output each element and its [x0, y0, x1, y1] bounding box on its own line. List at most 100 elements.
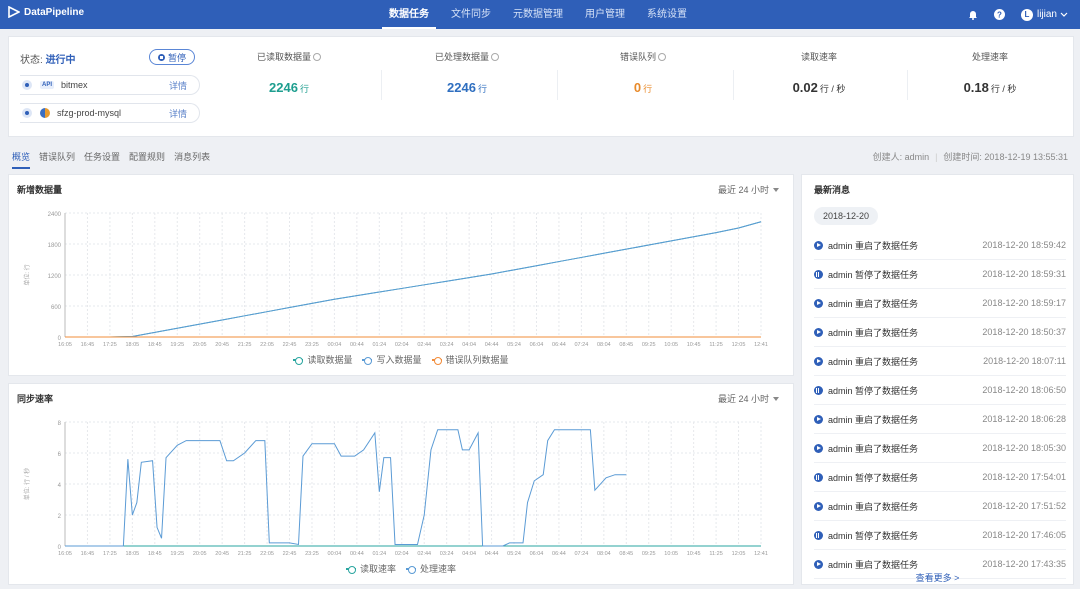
news-item[interactable]: admin 重启了数据任务 2018-12-20 18:59:17 [814, 289, 1066, 318]
x-tick-label: 22:45 [283, 342, 297, 348]
source-name: sfzg-prod-mysql [57, 108, 122, 118]
y-axis-label: 单位: 行 [23, 264, 31, 285]
metric-number: 2246 [269, 80, 298, 95]
y-tick-label: 1200 [48, 274, 62, 280]
metric-label: 读取速率 [733, 50, 905, 63]
x-tick-label: 03:24 [440, 342, 454, 348]
x-tick-label: 18:05 [125, 342, 139, 348]
news-panel: 最新消息 2018-12-20 admin 重启了数据任务 2018-12-20 … [801, 174, 1074, 585]
nav-item[interactable]: 系统设置 [636, 0, 698, 29]
x-tick-label: 01:24 [372, 342, 386, 348]
legend-item[interactable]: 错误队列数据量 [431, 353, 509, 366]
status-value: 进行中 [45, 55, 76, 66]
pause-circle-icon [814, 385, 823, 395]
series-line [65, 221, 762, 338]
x-tick-label: 16:05 [58, 551, 72, 557]
x-tick-label: 20:05 [193, 551, 207, 557]
legend-item[interactable]: 读取速率 [345, 562, 396, 575]
x-tick-label: 22:45 [283, 551, 297, 557]
news-title: 最新消息 [814, 185, 851, 195]
news-text: admin 重启了数据任务 [828, 443, 919, 454]
x-tick-label: 06:44 [552, 342, 566, 348]
news-time: 2018-12-20 18:06:28 [982, 414, 1066, 424]
news-time: 2018-12-20 18:05:30 [982, 443, 1066, 453]
user-menu[interactable]: L lijian [1020, 8, 1068, 21]
news-item[interactable]: admin 暂停了数据任务 2018-12-20 17:46:05 [814, 521, 1066, 550]
creator-info: 创建人: admin | 创建时间: 2018-12-19 13:55:31 [873, 150, 1068, 163]
tab-item[interactable]: 配置规则 [129, 150, 165, 169]
tab-item[interactable]: 概览 [12, 150, 31, 169]
news-item[interactable]: admin 重启了数据任务 2018-12-20 18:05:30 [814, 434, 1066, 463]
metric-number: 0.02 [792, 80, 818, 95]
x-tick-label: 00:44 [350, 551, 364, 557]
legend-item[interactable]: 处理速率 [406, 562, 456, 575]
source-detail-link[interactable]: 详情 [169, 79, 187, 92]
metric-value: 0.18 行 / 秒 [907, 80, 1073, 95]
see-more-link[interactable]: 查看更多 > [802, 571, 1073, 584]
x-tick-label: 07:24 [575, 551, 589, 557]
x-tick-label: 02:44 [417, 342, 431, 348]
y-tick-label: 2400 [48, 212, 62, 218]
info-icon[interactable] [658, 53, 666, 61]
x-tick-label: 23:25 [305, 551, 319, 557]
nav-item[interactable]: 元数据管理 [502, 0, 574, 29]
tab-item[interactable]: 消息列表 [174, 150, 210, 169]
y-tick-label: 2 [58, 514, 62, 520]
play-circle-icon [814, 298, 823, 308]
range-dropdown[interactable]: 最近 24 小时 [718, 183, 779, 196]
play-circle-icon [814, 240, 823, 250]
x-tick-label: 08:04 [597, 551, 611, 557]
nav-item[interactable]: 文件同步 [440, 0, 502, 29]
x-tick-label: 12:41 [754, 342, 768, 348]
news-text: admin 暂停了数据任务 [828, 385, 919, 396]
news-item[interactable]: admin 重启了数据任务 2018-12-20 18:06:28 [814, 405, 1066, 434]
metric-unit: 行 [299, 84, 309, 94]
news-item[interactable]: admin 重启了数据任务 2018-12-20 18:59:42 [814, 231, 1066, 260]
metric-label-text: 错误队列 [619, 52, 656, 62]
source-detail-link[interactable]: 详情 [169, 107, 187, 120]
y-tick-label: 600 [51, 305, 62, 311]
pause-label: 暂停 [167, 52, 186, 63]
range-dropdown[interactable]: 最近 24 小时 [718, 392, 779, 405]
news-text: admin 暂停了数据任务 [828, 530, 919, 541]
x-tick-label: 04:04 [462, 551, 476, 557]
y-axis-label: 单位: 行 / 秒 [23, 468, 31, 500]
news-text: admin 重启了数据任务 [828, 298, 919, 309]
legend-item[interactable]: 读取数据量 [293, 353, 352, 366]
news-time: 2018-12-20 18:59:42 [982, 240, 1066, 250]
tab-item[interactable]: 错误队列 [39, 150, 75, 169]
news-item[interactable]: admin 重启了数据任务 2018-12-20 18:07:11 [814, 347, 1066, 376]
info-icon[interactable] [313, 53, 321, 61]
legend-label: 读取数据量 [307, 355, 353, 365]
metric-unit: 行 [477, 84, 487, 94]
news-item[interactable]: admin 重启了数据任务 2018-12-20 18:50:37 [814, 318, 1066, 347]
x-tick-label: 16:05 [58, 342, 72, 348]
news-item[interactable]: admin 暂停了数据任务 2018-12-20 18:59:31 [814, 260, 1066, 289]
panel-title: 新增数据量 [17, 185, 63, 195]
user-name: lijian [1036, 9, 1057, 20]
x-tick-label: 10:45 [687, 342, 701, 348]
created-time: 创建时间: 2018-12-19 13:55:31 [943, 152, 1068, 162]
news-item[interactable]: admin 暂停了数据任务 2018-12-20 18:06:50 [814, 376, 1066, 405]
nav-item[interactable]: 用户管理 [574, 0, 636, 29]
x-tick-label: 08:45 [619, 551, 633, 557]
metric-value: 0.02 行 / 秒 [733, 80, 905, 95]
bell-icon[interactable] [968, 9, 978, 20]
chart-legend: 读取数据量 写入数据量 错误队列数据量 [9, 353, 793, 366]
legend-label: 处理速率 [420, 564, 457, 574]
metric-card: 已处理数据量 2246 行 [381, 37, 553, 137]
legend-item[interactable]: 写入数据量 [362, 353, 422, 366]
news-item[interactable]: admin 重启了数据任务 2018-12-20 17:51:52 [814, 492, 1066, 521]
news-item[interactable]: admin 暂停了数据任务 2018-12-20 17:54:01 [814, 463, 1066, 492]
news-date-chip: 2018-12-20 [814, 207, 878, 225]
x-tick-label: 06:04 [530, 342, 544, 348]
info-icon[interactable] [491, 53, 499, 61]
tab-item[interactable]: 任务设置 [84, 150, 120, 169]
pause-button[interactable]: 暂停 [149, 49, 195, 65]
metric-divider [733, 70, 734, 100]
app-logo[interactable]: DataPipeline [8, 6, 84, 18]
help-icon[interactable]: ? [993, 9, 1005, 20]
y-tick-label: 6 [58, 452, 62, 458]
legend-label: 写入数据量 [376, 355, 422, 365]
nav-item[interactable]: 数据任务 [378, 0, 440, 29]
